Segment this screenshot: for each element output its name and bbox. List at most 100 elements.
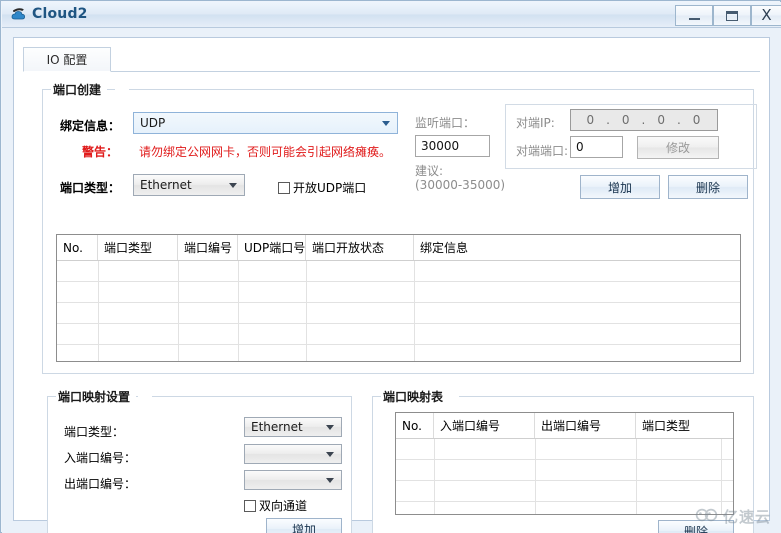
watermark-text: 亿速云 — [722, 508, 771, 526]
maximize-button[interactable] — [713, 5, 751, 26]
in-port-label: 入端口编号： — [64, 451, 137, 465]
table-row[interactable] — [57, 324, 740, 345]
port-type-value: Ethernet — [140, 178, 192, 192]
group-title-slash-1 — [115, 81, 129, 98]
infinity-logo-icon — [695, 507, 719, 526]
peer-ip-octet-3: 0 — [657, 113, 666, 127]
watermark: 亿速云 — [695, 506, 771, 527]
port-table-header: No. 端口类型 端口编号 UDP端口号 端口开放状态 绑定信息 — [57, 235, 740, 261]
binding-info-value: UDP — [140, 116, 166, 130]
open-udp-port-label: 开放UDP端口 — [293, 181, 367, 195]
checkbox-box-icon — [244, 499, 256, 512]
mapping-table-title: 端口映射表 — [381, 388, 450, 405]
port-table-col-binding: 绑定信息 — [420, 241, 469, 255]
add-port-button-label: 增加 — [607, 180, 632, 195]
binding-info-combobox[interactable]: UDP — [133, 112, 398, 134]
close-icon: X — [761, 6, 772, 24]
chevron-down-icon — [229, 183, 237, 188]
warning-label: 警告： — [82, 145, 119, 159]
bidirectional-channel-label: 双向通道 — [259, 499, 308, 513]
minimize-button[interactable] — [675, 5, 713, 26]
chevron-down-icon — [326, 425, 334, 430]
checkbox-box-icon — [278, 181, 290, 194]
mapping-port-type-label: 端口类型： — [64, 425, 125, 439]
listen-port-label: 监听端口： — [415, 116, 476, 130]
mapping-settings-group: 端口映射设置 端口类型： Ethernet 入端口编号： 出端口编号： 双向通道… — [47, 388, 352, 533]
listen-port-value: 30000 — [421, 139, 460, 153]
port-table-col-no: No. — [57, 235, 98, 260]
warning-message: 请勿绑定公网网卡，否则可能会引起网络瘫痪。 — [139, 145, 392, 159]
title-bar: Cloud2 X — [2, 2, 781, 28]
peer-ip-octet-1: 0 — [586, 113, 596, 127]
port-table-col-status: 端口开放状态 — [306, 235, 414, 260]
minimize-icon — [688, 18, 700, 20]
bidirectional-channel-checkbox[interactable]: 双向通道 — [244, 497, 307, 514]
group-title-slash-3 — [445, 388, 459, 405]
mapping-table-body — [396, 439, 733, 514]
close-button[interactable]: X — [751, 5, 781, 26]
table-row[interactable] — [57, 261, 740, 282]
mapping-table-col-in: 入端口编号 — [434, 413, 535, 438]
group-title-slash-2 — [138, 388, 152, 405]
out-port-combobox[interactable] — [244, 470, 342, 490]
peer-ip-label: 对端IP: — [516, 116, 555, 130]
port-table-col-type: 端口类型 — [98, 235, 178, 260]
peer-port-input[interactable]: 0 — [570, 136, 623, 158]
mapping-port-type-value: Ethernet — [251, 420, 303, 434]
table-row[interactable] — [57, 303, 740, 324]
content-panel: IO 配置 端口创建 绑定信息： UDP 警告： 请勿绑定公网网卡，否则可能会引… — [13, 37, 770, 533]
table-row[interactable] — [396, 460, 733, 481]
tab-io-config[interactable]: IO 配置 — [23, 47, 111, 72]
peer-ip-dot-1: . — [606, 113, 611, 127]
tab-strip: IO 配置 — [23, 47, 760, 72]
window-title: Cloud2 — [32, 6, 88, 22]
add-port-button[interactable]: 增加 — [580, 175, 660, 199]
open-udp-port-checkbox[interactable]: 开放UDP端口 — [278, 179, 366, 196]
port-type-label: 端口类型： — [60, 181, 121, 195]
table-row[interactable] — [57, 345, 740, 361]
delete-port-button-label: 删除 — [695, 180, 720, 195]
port-table-body — [57, 261, 740, 361]
tab-label: IO 配置 — [46, 53, 88, 67]
suggest-label: 建议: — [415, 164, 444, 178]
chevron-down-icon — [326, 478, 334, 483]
listen-port-input[interactable]: 30000 — [415, 135, 490, 157]
binding-info-label: 绑定信息： — [60, 119, 121, 133]
in-port-combobox[interactable] — [244, 444, 342, 464]
mapping-table-col-out: 出端口编号 — [535, 413, 636, 438]
table-row[interactable] — [396, 481, 733, 502]
mapping-table[interactable]: No. 入端口编号 出端口编号 端口类型 — [395, 412, 734, 515]
port-type-combobox[interactable]: Ethernet — [133, 174, 245, 196]
peer-ip-dot-2: . — [641, 113, 647, 127]
app-root: Cloud2 X IO 配置 端口创建 绑定信息： UDP 警告： 请勿绑定公网… — [0, 0, 781, 533]
maximize-icon — [726, 10, 738, 21]
port-table[interactable]: No. 端口类型 端口编号 UDP端口号 端口开放状态 绑定信息 — [56, 234, 741, 362]
table-row[interactable] — [396, 439, 733, 460]
mapping-table-header: No. 入端口编号 出端口编号 端口类型 — [396, 413, 733, 439]
cloud-device-icon — [10, 6, 28, 24]
suggest-range: (30000-35000) — [415, 178, 506, 192]
mapping-add-button-label: 增加 — [291, 522, 316, 533]
peer-port-label: 对端端口: — [516, 144, 569, 158]
mapping-table-col-no: No. — [396, 413, 434, 438]
chevron-down-icon — [382, 121, 390, 126]
port-table-col-number: 端口编号 — [178, 235, 238, 260]
port-create-group: 端口创建 绑定信息： UDP 警告： 请勿绑定公网网卡，否则可能会引起网络瘫痪。… — [42, 81, 757, 374]
modify-button[interactable]: 修改 — [637, 136, 719, 159]
port-create-group-title: 端口创建 — [51, 81, 108, 98]
peer-port-value: 0 — [576, 140, 584, 154]
modify-button-label: 修改 — [665, 141, 690, 155]
table-row[interactable] — [57, 282, 740, 303]
peer-ip-octet-2: 0 — [621, 113, 631, 127]
peer-ip-octet-4: 0 — [692, 113, 702, 127]
peer-ip-input[interactable]: 0 . 0 . 0 . 0 — [570, 109, 718, 131]
out-port-label: 出端口编号： — [64, 477, 137, 491]
mapping-settings-title: 端口映射设置 — [56, 388, 137, 405]
table-row[interactable] — [396, 502, 733, 514]
client-area: IO 配置 端口创建 绑定信息： UDP 警告： 请勿绑定公网网卡，否则可能会引… — [2, 28, 781, 533]
delete-port-button[interactable]: 删除 — [668, 175, 748, 199]
mapping-port-type-combobox[interactable]: Ethernet — [244, 417, 342, 437]
chevron-down-icon — [326, 452, 334, 457]
port-table-col-udp: UDP端口号 — [238, 235, 306, 260]
mapping-add-button[interactable]: 增加 — [266, 518, 342, 533]
